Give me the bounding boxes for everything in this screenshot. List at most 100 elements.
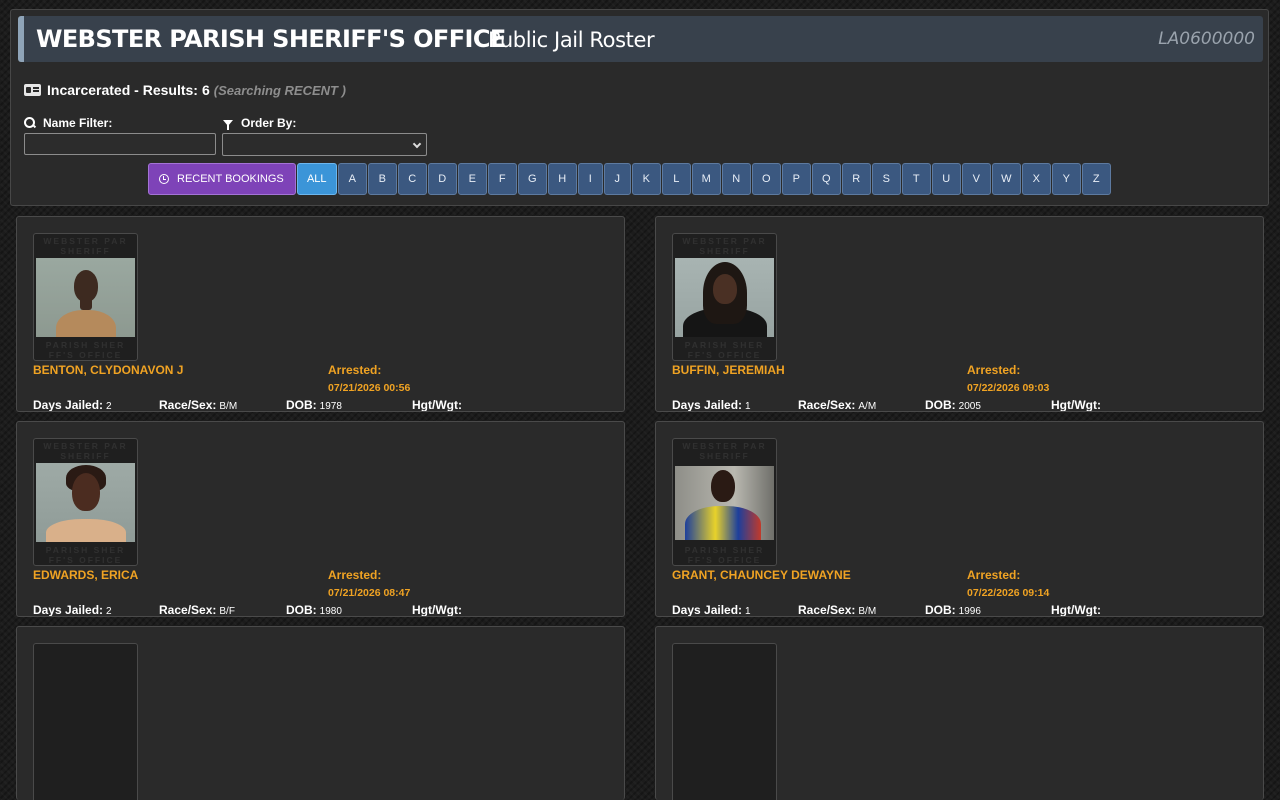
letter-button-a[interactable]: A — [337, 163, 367, 195]
inmate-details: Days Jailed: 1 Race/Sex: B/M DOB: 1996 Hgt/… — [672, 603, 1232, 617]
inmate-card[interactable]: WEBSTER PAR SHERIFF PARISH SHER FF'S OFF… — [16, 421, 625, 617]
order-by-label-text: Order By: — [241, 116, 297, 130]
watermark-text: WEBSTER PAR — [43, 236, 128, 246]
inmate-card-loading[interactable] — [655, 626, 1264, 800]
mugshot-photo — [36, 258, 135, 337]
letter-button-o[interactable]: O — [751, 163, 781, 195]
letter-button-g[interactable]: G — [517, 163, 547, 195]
letter-button-j[interactable]: J — [603, 163, 631, 195]
letter-button-s[interactable]: S — [871, 163, 901, 195]
days-jailed: Days Jailed: 1 — [672, 398, 751, 412]
race-sex: Race/Sex: B/F — [159, 603, 235, 617]
dob: DOB: 1978 — [286, 398, 342, 412]
mugshot-frame[interactable]: WEBSTER PAR SHERIFF PARISH SHER FF'S OFF… — [33, 438, 138, 566]
arrested-date: 07/22/2026 09:03 — [967, 382, 1050, 394]
letter-button-w[interactable]: W — [991, 163, 1021, 195]
letter-button-f[interactable]: F — [487, 163, 517, 195]
watermark-text: PARISH SHER — [684, 340, 765, 350]
letter-button-p[interactable]: P — [781, 163, 811, 195]
letter-button-l[interactable]: L — [661, 163, 691, 195]
letter-button-m[interactable]: M — [691, 163, 721, 195]
page-title: Public Jail Roster — [488, 28, 655, 52]
letter-button-v[interactable]: V — [961, 163, 991, 195]
results-summary: Incarcerated - Results: 6 (Searching REC… — [24, 80, 346, 100]
agency-name: WEBSTER PARISH SHERIFF'S OFFICE — [36, 25, 506, 53]
dob: DOB: 1996 — [925, 603, 981, 617]
inmate-card-loading[interactable] — [16, 626, 625, 800]
letter-button-all[interactable]: ALL — [296, 163, 337, 195]
inmate-name[interactable]: BENTON, CLYDONAVON J — [33, 363, 183, 377]
inmate-name[interactable]: BUFFIN, JEREMIAH — [672, 363, 785, 377]
letter-button-k[interactable]: K — [631, 163, 661, 195]
recent-bookings-label: RECENT BOOKINGS — [177, 173, 284, 185]
arrested-date: 07/22/2026 09:14 — [967, 587, 1050, 599]
recent-bookings-button[interactable]: RECENT BOOKINGS — [148, 163, 296, 195]
watermark-text: PARISH SHER — [684, 545, 765, 555]
mugshot-frame[interactable]: WEBSTER PAR SHERIFF PARISH SHER FF'S OFF… — [672, 438, 777, 566]
name-filter-label-text: Name Filter: — [43, 116, 113, 130]
letter-button-u[interactable]: U — [931, 163, 961, 195]
mugshot-frame-empty[interactable] — [33, 643, 138, 800]
hgt-wgt: Hgt/Wgt: — [412, 603, 462, 617]
letter-button-h[interactable]: H — [547, 163, 577, 195]
watermark-text: FF'S OFFICE — [48, 350, 123, 360]
watermark-text: PARISH SHER — [45, 545, 126, 555]
mugshot-photo — [675, 466, 774, 540]
mugshot-frame[interactable]: WEBSTER PAR SHERIFF PARISH SHER FF'S OFF… — [33, 233, 138, 361]
inmate-card[interactable]: WEBSTER PAR SHERIFF PARISH SHER FF'S OFF… — [16, 216, 625, 412]
mugshot-frame-empty[interactable] — [672, 643, 777, 800]
inmate-details: Days Jailed: 2 Race/Sex: B/M DOB: 1978 Hgt/… — [33, 398, 593, 412]
dob: DOB: 2005 — [925, 398, 981, 412]
name-filter-input[interactable] — [24, 133, 216, 155]
days-jailed: Days Jailed: 2 — [33, 398, 112, 412]
letter-button-t[interactable]: T — [901, 163, 931, 195]
arrested-label: Arrested: — [967, 363, 1021, 377]
watermark-text: WEBSTER PAR — [682, 236, 767, 246]
letter-button-d[interactable]: D — [427, 163, 457, 195]
watermark-text: WEBSTER PAR — [682, 441, 767, 451]
watermark-text: SHERIFF — [699, 451, 750, 461]
results-count: 6 — [201, 82, 210, 98]
search-panel: WEBSTER PARISH SHERIFF'S OFFICE Public J… — [10, 9, 1269, 206]
race-sex: Race/Sex: A/M — [798, 398, 877, 412]
chevron-down-icon — [412, 139, 422, 149]
letter-button-y[interactable]: Y — [1051, 163, 1081, 195]
clock-icon — [159, 174, 169, 184]
letter-button-c[interactable]: C — [397, 163, 427, 195]
inmate-details: Days Jailed: 1 Race/Sex: A/M DOB: 2005 Hgt/… — [672, 398, 1232, 412]
watermark-text: WEBSTER PAR — [43, 441, 128, 451]
results-status: Incarcerated - Results: — [47, 82, 198, 98]
letter-button-q[interactable]: Q — [811, 163, 841, 195]
inmate-name[interactable]: GRANT, CHAUNCEY DEWAYNE — [672, 568, 851, 582]
inmate-card[interactable]: WEBSTER PAR SHERIFF PARISH SHER FF'S OFF… — [655, 216, 1264, 412]
name-filter-label: Name Filter: — [24, 116, 112, 130]
agency-code: LA0600000 — [1158, 29, 1255, 49]
days-jailed: Days Jailed: 2 — [33, 603, 112, 617]
inmate-name[interactable]: EDWARDS, ERICA — [33, 568, 138, 582]
letter-button-e[interactable]: E — [457, 163, 487, 195]
letter-button-x[interactable]: X — [1021, 163, 1051, 195]
inmate-details: Days Jailed: 2 Race/Sex: B/F DOB: 1980 Hgt/… — [33, 603, 593, 617]
mugshot-frame[interactable]: WEBSTER PAR SHERIFF PARISH SHER FF'S OFF… — [672, 233, 777, 361]
hgt-wgt: Hgt/Wgt: — [1051, 603, 1101, 617]
watermark-text: PARISH SHER — [45, 340, 126, 350]
watermark-text: SHERIFF — [60, 451, 111, 461]
letter-button-r[interactable]: R — [841, 163, 871, 195]
letter-button-i[interactable]: I — [577, 163, 603, 195]
order-by-label: Order By: — [222, 116, 296, 130]
watermark-text: FF'S OFFICE — [687, 555, 762, 565]
watermark-text: FF'S OFFICE — [687, 350, 762, 360]
letter-button-n[interactable]: N — [721, 163, 751, 195]
letter-button-b[interactable]: B — [367, 163, 397, 195]
letter-button-z[interactable]: Z — [1081, 163, 1111, 195]
watermark-text: FF'S OFFICE — [48, 555, 123, 565]
order-by-select[interactable] — [222, 133, 427, 156]
arrested-date: 07/21/2026 00:56 — [328, 382, 411, 394]
arrested-label: Arrested: — [328, 568, 382, 582]
mugshot-photo — [675, 258, 774, 337]
hgt-wgt: Hgt/Wgt: — [1051, 398, 1101, 412]
id-card-icon — [24, 84, 41, 96]
title-bar: WEBSTER PARISH SHERIFF'S OFFICE Public J… — [18, 16, 1263, 62]
dob: DOB: 1980 — [286, 603, 342, 617]
inmate-card[interactable]: WEBSTER PAR SHERIFF PARISH SHER FF'S OFF… — [655, 421, 1264, 617]
